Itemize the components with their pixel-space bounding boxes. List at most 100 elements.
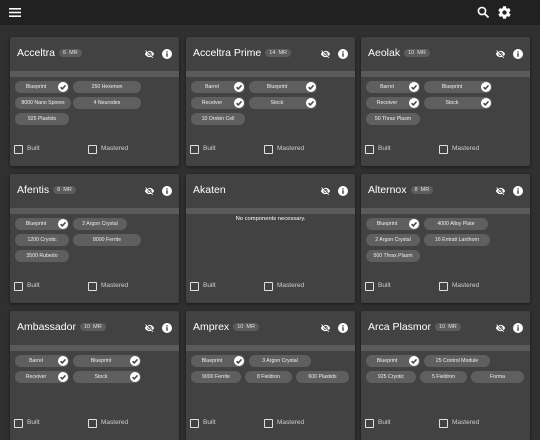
component-row: 9000 Ferrite 8 Fieldron 600 Plastids xyxy=(191,371,353,387)
built-checkbox[interactable] xyxy=(14,419,23,428)
component-chip[interactable]: Blueprint xyxy=(15,218,69,230)
component-chip[interactable]: Blueprint xyxy=(366,355,420,367)
info-icon[interactable] xyxy=(513,186,523,196)
component-chip[interactable]: 925 Plastids xyxy=(15,113,69,125)
built-label: Built xyxy=(203,419,216,426)
component-chip[interactable]: Blueprint xyxy=(366,218,420,230)
component-chip[interactable]: Barrel xyxy=(15,355,69,367)
component-chip[interactable]: 925 Cryotic xyxy=(366,371,416,383)
component-list: Barrel Blueprint Receiver Stock 10 Orokin Ce… xyxy=(191,81,353,129)
built-checkbox[interactable] xyxy=(190,145,199,154)
component-chip[interactable]: 8 Fieldron xyxy=(245,371,292,383)
info-icon[interactable] xyxy=(338,186,348,196)
gear-icon[interactable] xyxy=(497,5,512,20)
component-chip[interactable]: Receiver xyxy=(366,97,420,109)
component-chip[interactable]: Blueprint xyxy=(73,355,141,367)
check-circle-icon xyxy=(409,219,419,229)
card-divider-bar xyxy=(361,345,530,351)
built-checkbox[interactable] xyxy=(190,282,199,291)
component-chip[interactable]: 16 Entrati Lanthorn xyxy=(424,234,490,246)
mastered-label: Mastered xyxy=(452,282,480,289)
component-chip[interactable]: 4000 Alloy Plate xyxy=(424,218,488,230)
visibility-off-icon[interactable] xyxy=(320,186,331,196)
visibility-off-icon[interactable] xyxy=(144,186,155,196)
info-icon[interactable] xyxy=(162,323,172,333)
mastered-checkbox[interactable] xyxy=(439,419,448,428)
built-checkbox[interactable] xyxy=(365,145,374,154)
visibility-off-icon[interactable] xyxy=(495,323,506,333)
info-icon[interactable] xyxy=(162,49,172,59)
component-chip[interactable]: Stock xyxy=(73,371,141,383)
visibility-off-icon[interactable] xyxy=(320,323,331,333)
mastered-checkbox[interactable] xyxy=(88,419,97,428)
component-label: 5 Fieldron xyxy=(431,374,456,380)
component-chip[interactable]: 10 Orokin Cell xyxy=(191,113,245,125)
component-chip[interactable]: Blueprint xyxy=(249,81,317,93)
visibility-off-icon[interactable] xyxy=(320,49,331,59)
component-chip[interactable]: Blueprint xyxy=(424,81,492,93)
component-chip[interactable]: Receiver xyxy=(15,371,69,383)
component-label: 8 Fieldron xyxy=(256,374,281,380)
component-chip[interactable]: Stock xyxy=(249,97,317,109)
mastery-rank-badge: 10 MR xyxy=(79,323,106,331)
check-circle-icon xyxy=(130,356,140,366)
card-divider-bar xyxy=(361,71,530,77)
component-chip[interactable]: 1200 Cryotic xyxy=(15,234,69,246)
component-chip[interactable]: Barrel xyxy=(366,81,420,93)
card-header: Akaten xyxy=(186,174,355,208)
visibility-off-icon[interactable] xyxy=(495,186,506,196)
hamburger-menu-icon[interactable] xyxy=(9,7,21,18)
built-checkbox[interactable] xyxy=(14,145,23,154)
component-chip[interactable]: Blueprint xyxy=(191,355,245,367)
search-icon[interactable] xyxy=(477,6,490,19)
info-icon[interactable] xyxy=(513,49,523,59)
component-chip[interactable]: Receiver xyxy=(191,97,245,109)
visibility-off-icon[interactable] xyxy=(144,323,155,333)
component-chip[interactable]: 2 Argon Crystal xyxy=(73,218,127,230)
component-chip[interactable]: Forma xyxy=(471,371,524,383)
mastery-rank-label: MR xyxy=(420,187,430,193)
visibility-off-icon[interactable] xyxy=(144,49,155,59)
component-chip[interactable]: 600 Plastids xyxy=(296,371,349,383)
component-chip[interactable]: 50 Thrax Plasm xyxy=(366,113,420,125)
component-chip[interactable]: 3 Argon Crystal xyxy=(249,355,311,367)
component-label: Receiver xyxy=(376,100,398,106)
component-chip[interactable]: Stock xyxy=(424,97,492,109)
mastery-rank-badge: 10 MR xyxy=(233,323,259,331)
mastered-checkbox[interactable] xyxy=(439,282,448,291)
component-row: Blueprint 2 Argon Crystal xyxy=(15,218,177,234)
component-label: Blueprint xyxy=(441,84,463,90)
component-chip[interactable]: 5 Fieldron xyxy=(420,371,467,383)
mastered-checkbox[interactable] xyxy=(439,145,448,154)
component-chip[interactable]: 8000 Nano Spores xyxy=(15,97,71,109)
component-chip[interactable]: 25 Control Module xyxy=(424,355,490,367)
card-header: Ambassador 10 MR xyxy=(10,311,179,345)
built-checkbox[interactable] xyxy=(190,419,199,428)
info-icon[interactable] xyxy=(162,186,172,196)
component-chip[interactable]: 4 Neurodes xyxy=(73,97,141,109)
component-chip[interactable]: 2 Argon Crystal xyxy=(366,234,420,246)
mastered-checkbox[interactable] xyxy=(264,145,273,154)
built-checkbox[interactable] xyxy=(365,419,374,428)
mastered-label: Mastered xyxy=(452,145,480,152)
mastered-checkbox[interactable] xyxy=(264,419,273,428)
component-chip[interactable]: Barrel xyxy=(191,81,245,93)
component-chip[interactable]: 500 Thrax Plasm xyxy=(366,250,420,262)
component-chip[interactable]: 3500 Rubedo xyxy=(15,250,69,262)
info-icon[interactable] xyxy=(338,323,348,333)
card-header: Afentis 8 MR xyxy=(10,174,179,208)
component-chip[interactable]: 8000 Ferrite xyxy=(73,234,141,246)
info-icon[interactable] xyxy=(513,323,523,333)
built-checkbox[interactable] xyxy=(14,282,23,291)
component-chip[interactable]: Blueprint xyxy=(15,81,69,93)
visibility-off-icon[interactable] xyxy=(495,49,506,59)
component-chip[interactable]: 250 Hexenon xyxy=(73,81,141,93)
built-checkbox[interactable] xyxy=(365,282,374,291)
info-icon[interactable] xyxy=(338,49,348,59)
mastered-checkbox[interactable] xyxy=(88,282,97,291)
mastered-checkbox[interactable] xyxy=(264,282,273,291)
component-chip[interactable]: 9000 Ferrite xyxy=(191,371,241,383)
component-label: 8000 Ferrite xyxy=(93,237,121,243)
mastered-checkbox[interactable] xyxy=(88,145,97,154)
mastery-rank-badge: 10 MR xyxy=(404,49,430,57)
